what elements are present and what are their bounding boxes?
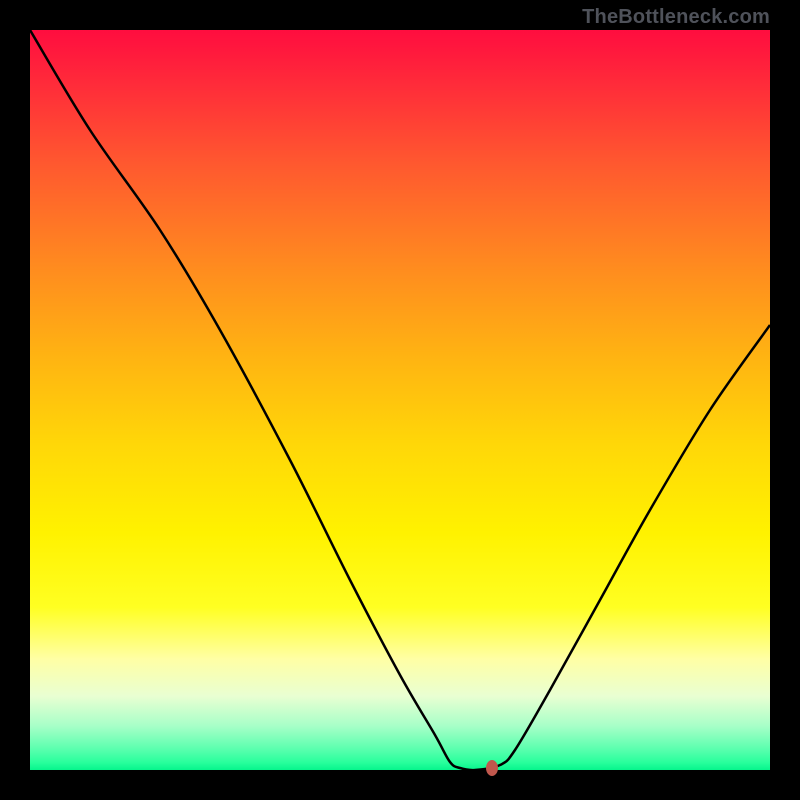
optimal-marker (486, 760, 498, 776)
bottleneck-curve (30, 30, 770, 770)
credit-label: TheBottleneck.com (582, 6, 770, 29)
